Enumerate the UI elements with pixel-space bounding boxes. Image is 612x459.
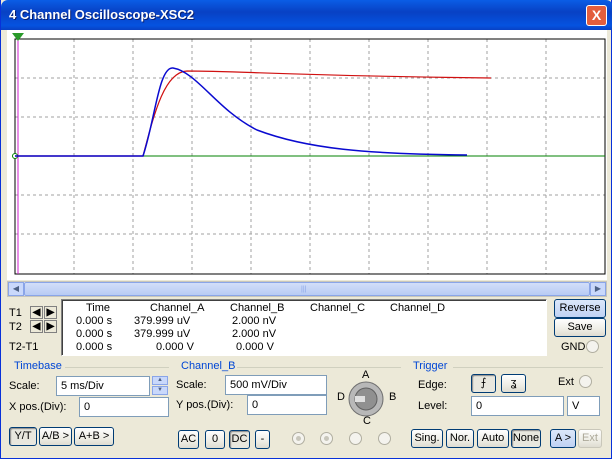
channel-title: Channel_B (181, 360, 236, 372)
header-channel-b: Channel_B (230, 302, 285, 314)
t2-channel-b: 2.000 nV (232, 328, 277, 340)
t2-left-button[interactable]: ◀ (30, 320, 43, 333)
channel-divider (237, 367, 401, 368)
rising-edge-button[interactable]: ⨍ (471, 374, 496, 393)
edge-label: Edge: (418, 379, 447, 391)
channel-scale-label: Scale: (176, 379, 207, 391)
horizontal-scrollbar[interactable]: ◀ ||| ▶ (7, 281, 607, 297)
t2-channel-a: 379.999 uV (134, 328, 191, 340)
ext-terminal[interactable] (579, 375, 592, 388)
header-channel-c: Channel_C (310, 302, 366, 314)
scroll-thumb[interactable]: ||| (24, 282, 590, 296)
dc-coupling-button[interactable]: DC (229, 430, 250, 449)
cursor-t1-marker (12, 33, 24, 41)
readout-table: Time Channel_A Channel_B Channel_C Chann… (61, 299, 547, 356)
close-button[interactable]: X (586, 5, 607, 26)
channel-scale-input[interactable]: 500 mV/Div (225, 375, 327, 395)
knob-pointer-icon (355, 396, 365, 402)
t1-channel-b: 2.000 nV (232, 315, 277, 327)
t2-label: T2 (9, 321, 22, 333)
a-plus-b-mode-button[interactable]: A+B > (74, 427, 114, 446)
scope-screen (7, 30, 607, 280)
falling-edge-icon: ʓ (510, 377, 517, 389)
knob-label-b: B (389, 391, 397, 403)
save-button[interactable]: Save (554, 318, 606, 337)
blue-trace (15, 67, 468, 157)
header-channel-a: Channel_A (150, 302, 205, 314)
level-label: Level: (418, 400, 448, 412)
gnd-label: GND (561, 341, 586, 353)
trigger-source-ext-button[interactable]: Ext (578, 429, 602, 448)
timebase-scale-down[interactable]: ▼ (152, 386, 168, 395)
ext-label: Ext (558, 376, 574, 388)
xpos-label: X pos.(Div): (9, 401, 67, 413)
timebase-scale-label: Scale: (9, 380, 40, 392)
t1-channel-a: 379.999 uV (134, 315, 191, 327)
red-trace (15, 70, 492, 157)
xpos-input[interactable]: 0 (79, 397, 169, 417)
normal-trigger-button[interactable]: Nor. (446, 429, 474, 448)
channel-radio-c[interactable] (349, 432, 362, 445)
title-bar[interactable]: 4 Channel Oscilloscope-XSC2 X (1, 0, 612, 30)
t2-t1-label: T2-T1 (9, 341, 39, 353)
t2-t1-time: 0.000 s (76, 341, 113, 353)
rising-edge-icon: ⨍ (480, 377, 487, 389)
channel-radio-b[interactable] (320, 432, 333, 445)
oscilloscope-window: 4 Channel Oscilloscope-XSC2 X ◀ ||| ▶ T1… (0, 0, 612, 459)
falling-edge-button[interactable]: ʓ (501, 374, 526, 393)
channel-radio-a[interactable] (292, 432, 305, 445)
zero-coupling-button[interactable]: 0 (205, 430, 225, 449)
ypos-label: Y pos.(Div): (176, 399, 234, 411)
t2-right-button[interactable]: ▶ (44, 320, 57, 333)
auto-trigger-button[interactable]: Auto (477, 429, 509, 448)
t1-right-button[interactable]: ▶ (44, 306, 57, 319)
trigger-title: Trigger (413, 360, 448, 372)
ypos-input[interactable]: 0 (247, 395, 327, 415)
invert-button[interactable]: - (255, 430, 270, 449)
timebase-title: Timebase (14, 360, 62, 372)
header-channel-d: Channel_D (390, 302, 446, 314)
channel-radio-d[interactable] (378, 432, 391, 445)
none-trigger-button[interactable]: None (511, 429, 541, 448)
t2-t1-channel-a: 0.000 V (156, 341, 194, 353)
single-trigger-button[interactable]: Sing. (411, 429, 443, 448)
gnd-terminal[interactable] (586, 340, 599, 353)
level-input[interactable]: 0 (471, 396, 564, 416)
t2-time: 0.000 s (76, 328, 113, 340)
window-title: 4 Channel Oscilloscope-XSC2 (9, 7, 194, 22)
timebase-scale-up[interactable]: ▲ (152, 376, 168, 385)
t1-label: T1 (9, 307, 22, 319)
scroll-right-button[interactable]: ▶ (590, 282, 606, 296)
level-unit-select[interactable]: V (567, 396, 600, 416)
reverse-button[interactable]: Reverse (554, 299, 606, 318)
t1-time: 0.000 s (76, 315, 113, 327)
ab-mode-button[interactable]: A/B > (39, 427, 72, 446)
channel-selector-knob[interactable] (347, 380, 385, 418)
trigger-divider (453, 367, 603, 368)
timebase-scale-input[interactable]: 5 ms/Div (56, 376, 150, 396)
scope-display (12, 33, 606, 275)
trigger-source-a-button[interactable]: A > (550, 429, 576, 448)
scroll-grip-icon: ||| (301, 286, 307, 293)
ac-coupling-button[interactable]: AC (178, 430, 199, 449)
scroll-left-button[interactable]: ◀ (8, 282, 24, 296)
yt-mode-button[interactable]: Y/T (9, 427, 37, 446)
knob-label-d: D (337, 391, 345, 403)
timebase-divider (65, 367, 169, 368)
t2-t1-channel-b: 0.000 V (236, 341, 274, 353)
t1-left-button[interactable]: ◀ (30, 306, 43, 319)
header-time: Time (86, 302, 111, 314)
